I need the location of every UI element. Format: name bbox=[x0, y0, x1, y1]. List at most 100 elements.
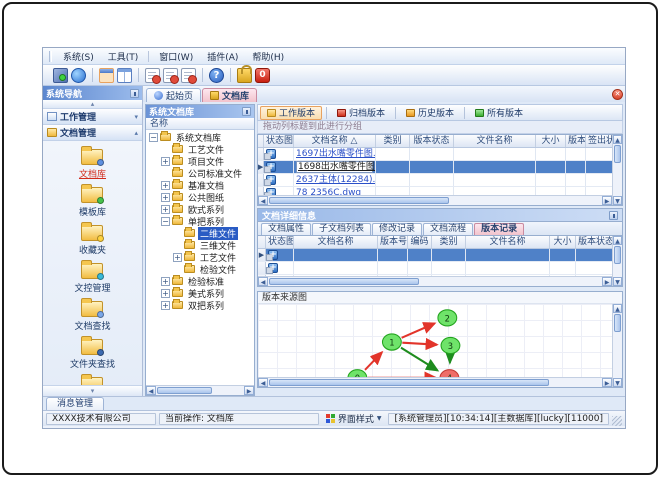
scroll-right-icon[interactable]: ▶ bbox=[602, 196, 612, 205]
column-header-状态图[interactable]: 状态图 bbox=[266, 236, 294, 248]
scroll-up-icon[interactable]: ▲ bbox=[613, 135, 622, 144]
scroll-up-icon[interactable]: ▲ bbox=[613, 236, 622, 245]
expand-icon[interactable]: + bbox=[161, 156, 170, 166]
pin-icon[interactable] bbox=[242, 107, 251, 116]
expand-icon[interactable]: + bbox=[161, 276, 170, 286]
graph-hscrollbar[interactable]: ◀ ▶ bbox=[258, 377, 612, 387]
tree-node-公司标准文件[interactable]: 公司标准文件 bbox=[146, 167, 254, 180]
tab-起始页[interactable]: 起始页 bbox=[146, 88, 202, 102]
expand-icon[interactable]: + bbox=[161, 288, 170, 298]
button-历史版本[interactable]: 历史版本 bbox=[400, 106, 460, 120]
tree-node-二维文件[interactable]: 二维文件 bbox=[146, 226, 254, 240]
tab-子文档列表[interactable]: 子文档列表 bbox=[312, 223, 372, 235]
sidebar-more-button[interactable]: ▾ bbox=[43, 385, 142, 396]
column-header-类别[interactable]: 类别 bbox=[432, 236, 466, 248]
scroll-thumb[interactable] bbox=[614, 246, 621, 264]
expand-icon[interactable]: + bbox=[161, 300, 170, 310]
scroll-thumb[interactable] bbox=[614, 145, 621, 163]
sidebar-item-签出的文档[interactable]: 签出的文档 bbox=[47, 374, 138, 385]
table-row[interactable]: ▶1698出水嘴零件图.dwg bbox=[258, 161, 622, 174]
inline-edit-field[interactable]: 1698出水嘴零件图.dwg bbox=[296, 161, 375, 173]
button-工作版本[interactable]: 工作版本 bbox=[260, 105, 323, 120]
scroll-left-icon[interactable]: ◀ bbox=[258, 196, 268, 205]
scroll-left-icon[interactable]: ◀ bbox=[258, 378, 268, 387]
version-node-1[interactable]: 1 bbox=[381, 333, 402, 351]
interface-style-button[interactable]: 界面样式 ▼ bbox=[322, 413, 386, 425]
column-header-大小[interactable]: 大小 bbox=[550, 236, 576, 248]
doc-new-icon[interactable] bbox=[145, 67, 161, 84]
message-manager-tab[interactable]: 消息管理 bbox=[46, 397, 105, 410]
doc-export-icon[interactable] bbox=[163, 67, 179, 84]
sidebar-item-文件夹查找[interactable]: 文件夹查找 bbox=[47, 336, 138, 373]
tree-column-header[interactable]: 名称 bbox=[146, 118, 254, 130]
version-graph[interactable]: 01234 bbox=[258, 304, 622, 387]
table-row[interactable]: 1697出水嘴零件图.dwg bbox=[258, 148, 622, 161]
tree-node-美式系列[interactable]: + 美式系列 bbox=[146, 287, 254, 300]
button-所有版本[interactable]: 所有版本 bbox=[469, 106, 529, 120]
scroll-down-icon[interactable]: ▼ bbox=[613, 196, 622, 205]
tree-node-工艺文件[interactable]: 工艺文件 bbox=[146, 143, 254, 156]
collapse-icon[interactable]: − bbox=[149, 132, 158, 142]
exit-icon[interactable]: 0 bbox=[255, 67, 270, 83]
scroll-right-icon[interactable]: ▶ bbox=[602, 378, 612, 387]
sidebar-item-文档库[interactable]: 文档库 bbox=[47, 146, 138, 183]
table-vscrollbar[interactable]: ▲ ▼ bbox=[612, 236, 622, 286]
sidebar-item-文控管理[interactable]: 文控管理 bbox=[47, 260, 138, 297]
pin-icon[interactable] bbox=[609, 210, 618, 220]
table-hscrollbar[interactable]: ◀ ▶ bbox=[258, 276, 612, 286]
document-link[interactable]: 1697出水嘴零件图.dwg bbox=[296, 149, 375, 159]
layout-icon[interactable] bbox=[117, 67, 132, 83]
version-node-3[interactable]: 3 bbox=[440, 336, 461, 355]
desktop-icon[interactable] bbox=[53, 67, 68, 83]
tree-node-欧式系列[interactable]: + 欧式系列 bbox=[146, 203, 254, 216]
doc-delete-icon[interactable] bbox=[181, 67, 197, 84]
tree-node-基准文档[interactable]: + 基准文档 bbox=[146, 179, 254, 192]
menu-item[interactable]: 帮助(H) bbox=[246, 49, 290, 64]
column-header-文件名称[interactable]: 文件名称 bbox=[466, 236, 550, 248]
column-header-版本状态[interactable]: 版本状态 bbox=[410, 135, 454, 147]
sidebar-item-模板库[interactable]: 模板库 bbox=[47, 184, 138, 221]
scroll-thumb[interactable] bbox=[269, 197, 449, 204]
table-row[interactable] bbox=[258, 262, 622, 275]
scroll-up-icon[interactable]: ▲ bbox=[613, 304, 622, 313]
document-link[interactable]: 2637主体(12284).dwg bbox=[296, 175, 375, 185]
tab-文档库[interactable]: 文档库 bbox=[202, 88, 258, 102]
column-header-文档名称[interactable]: 文档名称 bbox=[294, 236, 378, 248]
lock-icon[interactable] bbox=[237, 64, 252, 83]
version-node-2[interactable]: 2 bbox=[437, 309, 458, 327]
scroll-left-icon[interactable]: ◀ bbox=[146, 386, 156, 395]
help-icon[interactable]: ? bbox=[209, 67, 224, 83]
scroll-right-icon[interactable]: ▶ bbox=[602, 277, 612, 286]
table-hscrollbar[interactable]: ◀ ▶ bbox=[258, 195, 612, 205]
collapse-icon[interactable]: − bbox=[161, 216, 170, 226]
tree-node-检验标准[interactable]: + 检验标准 bbox=[146, 275, 254, 288]
group-by-bar[interactable]: 拖动列标题到此进行分组 bbox=[257, 121, 623, 134]
tree-node-检验文件[interactable]: 检验文件 bbox=[146, 263, 254, 276]
expand-icon[interactable]: + bbox=[161, 204, 170, 214]
tree-hscrollbar[interactable]: ◀ ▶ bbox=[146, 385, 254, 395]
scroll-thumb[interactable] bbox=[157, 387, 212, 394]
sidebar-collapse-button[interactable]: ▴ bbox=[43, 100, 142, 109]
tree-node-公共图纸[interactable]: + 公共图纸 bbox=[146, 191, 254, 204]
menu-item[interactable]: 系统(S) bbox=[57, 49, 100, 64]
sidebar-item-收藏夹[interactable]: 收藏夹 bbox=[47, 222, 138, 259]
toolbar-grip[interactable] bbox=[49, 50, 52, 62]
tree-node-系统文档库[interactable]: − 系统文档库 bbox=[146, 131, 254, 144]
button-归档版本[interactable]: 归档版本 bbox=[331, 106, 391, 120]
column-header-文件名称[interactable]: 文件名称 bbox=[454, 135, 536, 147]
column-header-大小[interactable]: 大小 bbox=[536, 135, 566, 147]
scroll-thumb[interactable] bbox=[269, 379, 549, 386]
tree-node-工艺文件[interactable]: + 工艺文件 bbox=[146, 251, 254, 264]
column-header-编码[interactable]: 编码 bbox=[408, 236, 432, 248]
scroll-down-icon[interactable]: ▼ bbox=[613, 378, 622, 387]
table-row[interactable]: 2637主体(12284).dwg bbox=[258, 174, 622, 187]
menu-item[interactable]: 窗口(W) bbox=[153, 49, 199, 64]
expand-icon[interactable]: + bbox=[161, 180, 170, 190]
menu-item[interactable]: 工具(T) bbox=[102, 49, 145, 64]
pin-icon[interactable] bbox=[130, 88, 139, 98]
expand-icon[interactable]: + bbox=[173, 252, 182, 262]
column-header-版本号[interactable]: 版本号 bbox=[378, 236, 408, 248]
table-row[interactable]: ▶ bbox=[258, 249, 622, 262]
column-header-文档名称[interactable]: 文档名称 △ bbox=[294, 135, 376, 147]
column-header-版本状态[interactable]: 版本状态 bbox=[576, 236, 614, 248]
